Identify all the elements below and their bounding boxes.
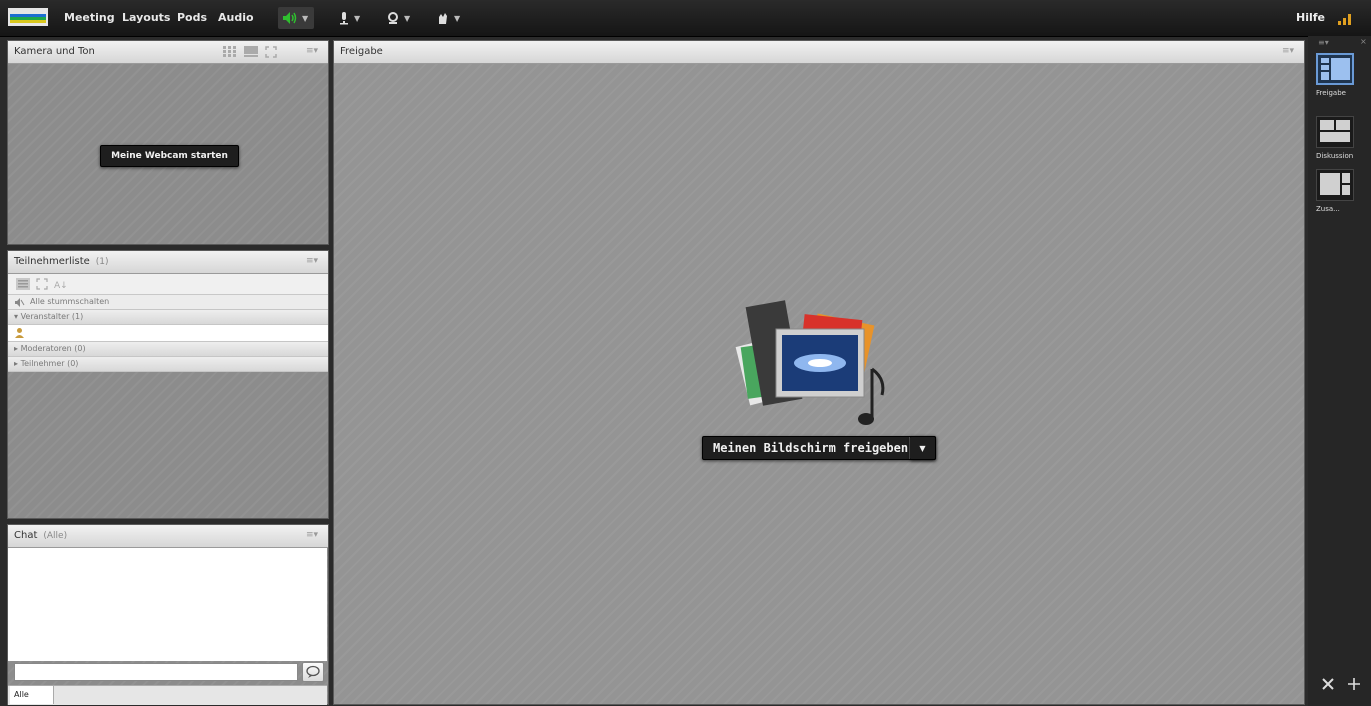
speaker-button[interactable]: ▼	[278, 7, 314, 29]
attendee-pod-title: Teilnehmerliste	[14, 256, 90, 267]
pod-title: Freigabe	[340, 46, 383, 57]
pod-options-icon[interactable]: ≡▾	[306, 46, 318, 56]
pod-title: Teilnehmerliste (1)	[14, 256, 109, 267]
layout-bar-options-icon[interactable]: ≡▾	[1318, 38, 1329, 47]
group-label: Veranstalter (1)	[20, 312, 84, 321]
pod-options-icon[interactable]: ≡▾	[1282, 46, 1294, 56]
list-view-icon[interactable]	[16, 278, 30, 290]
layout-label: Freigabe	[1316, 89, 1346, 97]
chat-pod: Chat (Alle) ≡▾ Alle	[7, 524, 329, 705]
fullscreen-icon[interactable]	[265, 46, 277, 58]
microphone-button[interactable]: ▼	[334, 7, 370, 29]
layout-label: Diskussion	[1316, 152, 1354, 160]
svg-text:A↓: A↓	[54, 281, 68, 290]
top-menu-bar: Meeting Layouts Pods Audio ▼ ▼ ▼ ▼ Hilfe	[0, 0, 1371, 37]
raise-hand-icon	[439, 13, 447, 24]
group-label: Moderatoren (0)	[20, 344, 86, 353]
chat-pod-title: Chat	[14, 530, 38, 541]
chevron-down-icon: ▼	[919, 443, 926, 453]
layout-sharing-thumbnail	[1316, 53, 1354, 85]
add-layout-icon[interactable]	[1346, 676, 1362, 692]
start-webcam-button[interactable]: Meine Webcam starten	[100, 145, 239, 167]
mute-all-label: Alle stummschalten	[30, 297, 110, 306]
pod-header: Kamera und Ton ≡▾	[8, 41, 328, 64]
menu-pods[interactable]: Pods	[177, 11, 207, 24]
attendee-count: (1)	[95, 257, 109, 267]
share-my-screen-button[interactable]: Meinen Bildschirm freigeben	[702, 436, 936, 460]
webcam-button[interactable]: ▼	[382, 7, 418, 29]
send-message-button[interactable]	[302, 662, 324, 682]
layout-bar: ≡▾ × Freigabe Diskussion Zusa...	[1308, 36, 1371, 706]
camera-voice-pod: Kamera und Ton ≡▾ Meine Webcam starten	[7, 40, 329, 245]
group-hosts[interactable]: ▾ Veranstalter (1)	[8, 310, 328, 325]
mute-icon	[15, 298, 25, 307]
pod-header: Freigabe ≡▾	[334, 41, 1304, 64]
raise-hand-button[interactable]: ▼	[432, 7, 468, 29]
group-label: Teilnehmer (0)	[20, 359, 79, 368]
pod-header: Teilnehmerliste (1) ≡▾	[8, 251, 328, 274]
close-icon[interactable]: ×	[1360, 37, 1367, 46]
share-content-illustration	[735, 300, 885, 425]
sort-icon[interactable]: A↓	[54, 278, 68, 290]
layout-collaboration[interactable]: Zusa...	[1316, 169, 1362, 213]
attendee-row[interactable]	[8, 325, 328, 342]
layout-discussion-thumbnail	[1316, 116, 1354, 148]
chat-input[interactable]	[14, 663, 298, 681]
pod-header: Chat (Alle) ≡▾	[8, 525, 328, 548]
chevron-down-icon: ▼	[454, 13, 461, 23]
chat-tab-all[interactable]: Alle	[10, 686, 54, 704]
speaker-icon	[283, 12, 297, 24]
chevron-down-icon: ▼	[404, 13, 411, 23]
help-menu[interactable]: Hilfe	[1296, 11, 1325, 24]
chat-tabs: Alle	[8, 685, 327, 705]
layout-label: Zusa...	[1316, 205, 1340, 213]
group-participants[interactable]: ▸ Teilnehmer (0)	[8, 357, 328, 372]
share-button-label: Meinen Bildschirm freigeben	[713, 441, 909, 455]
menu-audio[interactable]: Audio	[218, 11, 254, 24]
share-pod: Freigabe ≡▾ Meinen Bildschirm freigeben …	[333, 40, 1305, 705]
speech-bubble-icon	[306, 665, 320, 678]
microphone-icon	[340, 12, 348, 25]
app-logo	[8, 8, 48, 26]
menu-layouts[interactable]: Layouts	[122, 11, 170, 24]
filmstrip-view-icon[interactable]	[244, 46, 258, 58]
chat-scope: (Alle)	[43, 531, 68, 541]
pod-options-icon[interactable]: ≡▾	[306, 530, 318, 540]
tools-icon[interactable]	[1320, 676, 1336, 692]
pod-options-icon[interactable]: ≡▾	[306, 256, 318, 266]
attendee-toolbar: A↓	[8, 274, 328, 295]
attendee-list-pod: Teilnehmerliste (1) ≡▾ A↓ Alle stummschal…	[7, 250, 329, 519]
chat-messages	[8, 548, 327, 661]
connection-status-icon	[1338, 14, 1351, 25]
layout-discussion[interactable]: Diskussion	[1316, 116, 1362, 160]
chevron-down-icon: ▼	[354, 13, 361, 23]
pod-title: Kamera und Ton	[14, 46, 95, 57]
layout-sharing[interactable]: Freigabe	[1316, 53, 1362, 97]
layout-collaboration-thumbnail	[1316, 169, 1354, 201]
chevron-down-icon: ▼	[302, 13, 309, 23]
webcam-icon	[388, 12, 398, 24]
host-user-icon	[15, 328, 24, 338]
expand-icon[interactable]	[36, 278, 48, 290]
group-presenters[interactable]: ▸ Moderatoren (0)	[8, 342, 328, 357]
share-options-dropdown[interactable]: ▼	[910, 436, 936, 460]
pod-title: Chat (Alle)	[14, 530, 67, 541]
grid-view-icon[interactable]	[223, 46, 237, 58]
menu-meeting[interactable]: Meeting	[64, 11, 115, 24]
mute-all-row[interactable]: Alle stummschalten	[8, 295, 328, 310]
